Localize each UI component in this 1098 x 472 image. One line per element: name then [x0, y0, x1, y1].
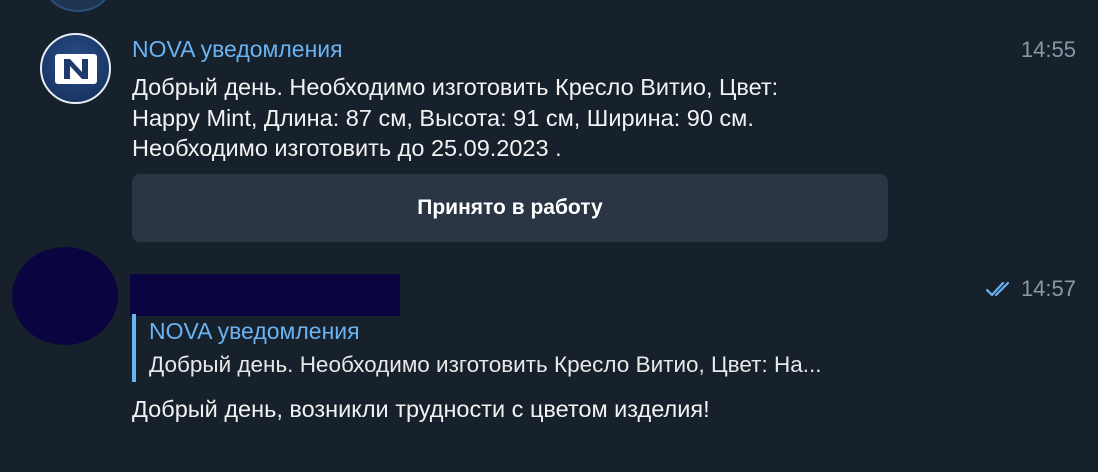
message-time: 14:55	[1020, 37, 1076, 62]
message-text: Добрый день. Необходимо изготовить Кресл…	[132, 74, 779, 161]
message-time-read: 14:57	[985, 276, 1076, 302]
redacted-sender-name	[130, 274, 400, 316]
accepted-button[interactable]: Принято в работу	[132, 174, 888, 242]
message-text: Добрый день, возникли трудности с цветом…	[132, 396, 710, 422]
sender-name[interactable]: NOVA уведомления	[132, 36, 343, 63]
user-avatar[interactable]	[12, 247, 118, 345]
nova-logo-icon	[54, 53, 97, 84]
nova-avatar[interactable]	[40, 33, 111, 104]
time-label: 14:57	[1020, 276, 1076, 301]
reply-preview: Добрый день. Необходимо изготовить Кресл…	[149, 352, 822, 377]
reply-sender: NOVA уведомления	[149, 318, 360, 344]
chat-history: NOVA уведомления 14:55 Добрый день. Необ…	[0, 0, 1098, 472]
message-nova-notification: NOVA уведомления 14:55 Добрый день. Необ…	[0, 0, 1098, 250]
double-check-icon	[985, 281, 1010, 297]
reply-quote[interactable]: NOVA уведомления Добрый день. Необходимо…	[132, 314, 821, 382]
